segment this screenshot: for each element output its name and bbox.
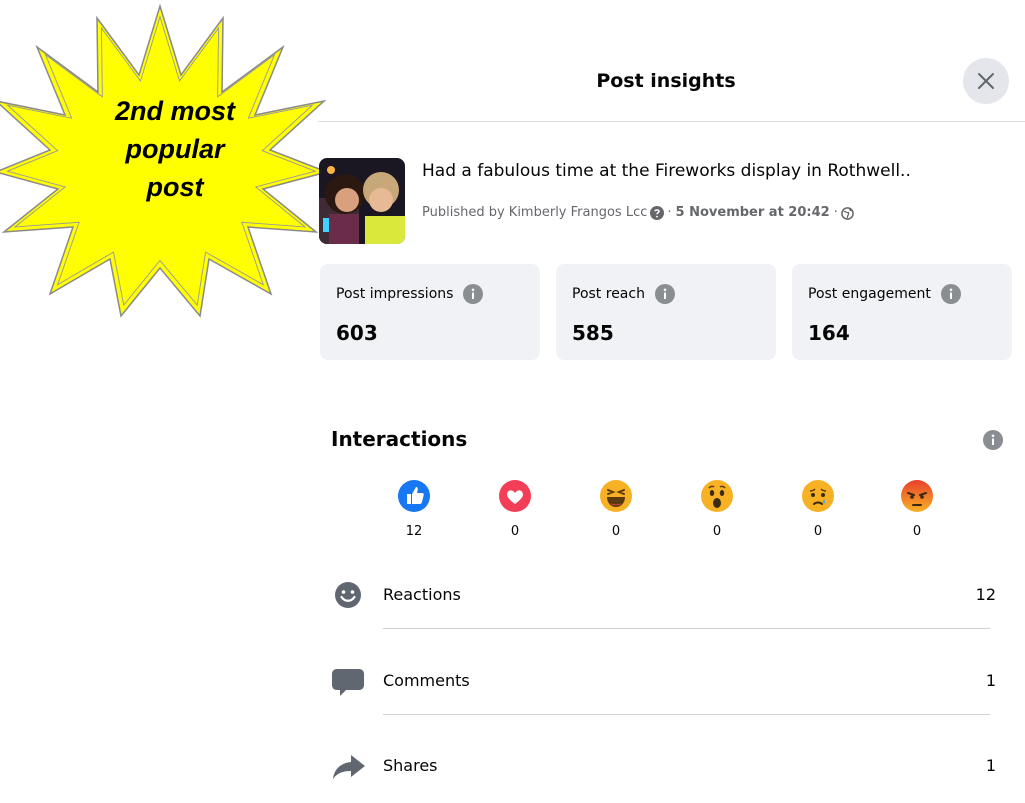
badge-text: 2nd most popular post [60,92,290,206]
reaction-count-wow: 0 [712,524,722,539]
love-icon [499,480,531,512]
meta-separator-1: · [667,205,672,220]
row-reactions[interactable]: Reactions 12 [331,582,1011,632]
row-comments[interactable]: Comments 1 [331,668,1011,718]
stat-value-reach: 585 [572,321,614,345]
post-meta: Published by Kimberly Frangos Lcc · 5 No… [422,203,857,223]
reaction-angry: 0 [897,480,937,539]
comment-icon [332,669,364,696]
info-icon[interactable] [654,284,675,304]
post-publisher[interactable]: Published by Kimberly Frangos Lcc [422,203,647,223]
stat-label-text: Post reach [572,286,645,302]
reaction-count-sad: 0 [813,524,823,539]
row-value-comments: 1 [985,671,996,690]
stat-label-text: Post impressions [336,286,454,302]
stat-card-reach: Post reach 585 [556,264,776,360]
row-label-reactions: Reactions [383,585,461,604]
row-divider [383,628,990,629]
stat-value-engagement: 164 [808,321,850,345]
reaction-like: 12 [394,480,434,539]
globe-icon [841,206,854,220]
meta-separator-2: · [833,205,838,220]
row-label-comments: Comments [383,671,470,690]
row-label-shares: Shares [383,756,438,775]
info-icon[interactable] [463,284,484,304]
info-icon[interactable] [940,284,961,304]
stat-card-engagement: Post engagement 164 [792,264,1012,360]
dialog-title: Post insights [596,70,736,92]
post-thumbnail[interactable] [319,158,405,244]
reaction-count-like: 12 [405,524,423,539]
stat-label-impressions: Post impressions [336,284,484,304]
close-button[interactable] [963,58,1009,104]
help-icon[interactable] [650,206,665,220]
header-divider [318,121,1025,122]
reaction-love: 0 [495,480,535,539]
reaction-haha: 0 [596,480,636,539]
interactions-title: Interactions [331,427,468,451]
reaction-count-angry: 0 [912,524,922,539]
badge-line-2: popular [125,134,225,164]
haha-icon [600,480,632,512]
row-value-shares: 1 [985,756,996,775]
info-icon[interactable] [983,430,1003,450]
stat-label-engagement: Post engagement [808,284,961,304]
reaction-count-haha: 0 [611,524,621,539]
wow-icon [701,480,733,512]
reaction-sad: 0 [798,480,838,539]
reaction-wow: 0 [697,480,737,539]
badge-line-1: 2nd most [114,96,235,126]
reaction-count-love: 0 [510,524,520,539]
row-value-reactions: 12 [975,585,996,604]
badge-line-3: post [146,172,204,202]
like-icon [398,480,430,512]
sad-icon [802,480,834,512]
angry-icon [901,480,933,512]
stat-label-text: Post engagement [808,286,931,302]
stat-value-impressions: 603 [336,321,378,345]
post-date[interactable]: 5 November at 20:42 [676,203,830,223]
smiley-icon [335,582,361,608]
row-shares[interactable]: Shares 1 [331,753,1011,803]
close-icon [978,73,994,89]
stat-card-impressions: Post impressions 603 [320,264,540,360]
post-text[interactable]: Had a fabulous time at the Fireworks dis… [422,158,1022,184]
row-divider [383,714,990,715]
share-icon [333,755,365,779]
stat-label-reach: Post reach [572,284,675,304]
